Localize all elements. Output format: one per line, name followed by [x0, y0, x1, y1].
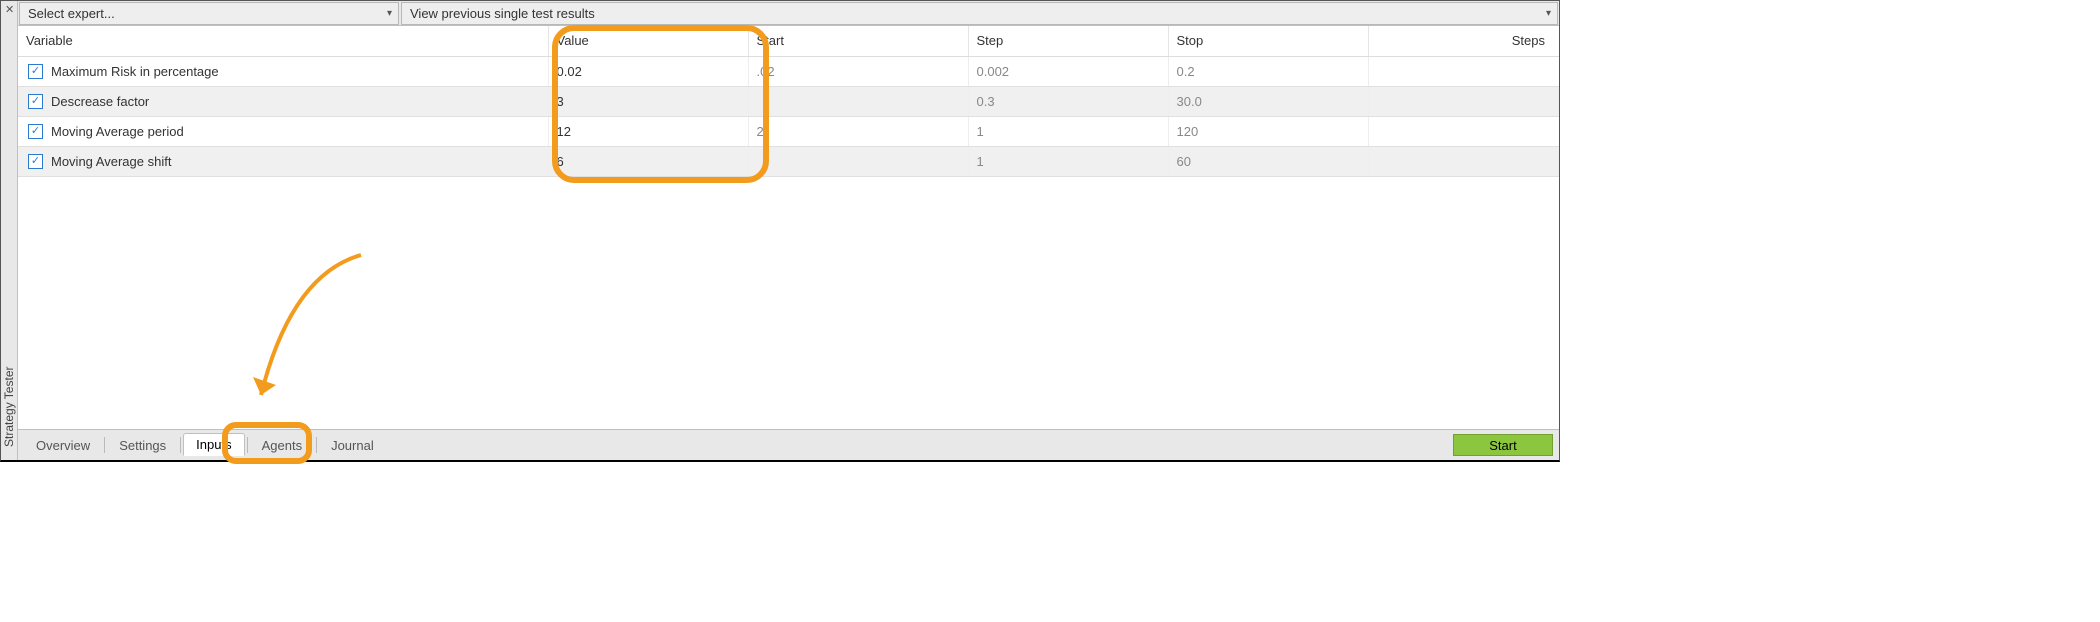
- panel-gutter: ✕ Strategy Tester: [1, 1, 18, 460]
- chevron-down-icon: ▾: [1546, 8, 1551, 19]
- results-dropdown-label: View previous single test results: [410, 6, 595, 21]
- checkbox-icon[interactable]: ✓: [28, 124, 43, 139]
- start-cell[interactable]: 2: [748, 116, 968, 146]
- steps-cell[interactable]: [1368, 146, 1559, 176]
- footer-bar: Overview Settings Inputs Agents Journal …: [18, 430, 1559, 460]
- start-cell[interactable]: [748, 146, 968, 176]
- inputs-table: Variable Value Start Step Stop Steps ✓ Ma…: [18, 26, 1559, 430]
- tab-separator: [180, 437, 181, 453]
- tab-inputs[interactable]: Inputs: [183, 433, 244, 456]
- table-row[interactable]: ✓ Moving Average period 1221120: [18, 116, 1559, 146]
- step-cell[interactable]: 1: [968, 146, 1168, 176]
- close-icon[interactable]: ✕: [5, 3, 14, 16]
- tab-separator: [104, 437, 105, 453]
- value-cell[interactable]: 0.02: [548, 56, 748, 86]
- col-start[interactable]: Start: [748, 26, 968, 56]
- col-variable[interactable]: Variable: [18, 26, 548, 56]
- start-cell[interactable]: .02: [748, 56, 968, 86]
- step-cell[interactable]: 1: [968, 116, 1168, 146]
- checkbox-icon[interactable]: ✓: [28, 64, 43, 79]
- stop-cell[interactable]: 30.0: [1168, 86, 1368, 116]
- results-dropdown[interactable]: View previous single test results ▾: [401, 2, 1558, 25]
- value-cell[interactable]: 3: [548, 86, 748, 116]
- table-row[interactable]: ✓ Descrease factor 3 0.330.0: [18, 86, 1559, 116]
- checkbox-icon[interactable]: ✓: [28, 154, 43, 169]
- toolbar: Select expert... ▾ View previous single …: [18, 1, 1559, 26]
- expert-dropdown-label: Select expert...: [28, 6, 115, 21]
- stop-cell[interactable]: 60: [1168, 146, 1368, 176]
- stop-cell[interactable]: 120: [1168, 116, 1368, 146]
- steps-cell[interactable]: [1368, 86, 1559, 116]
- variable-name: Descrease factor: [51, 94, 149, 109]
- panel-title: Strategy Tester: [2, 367, 16, 447]
- steps-cell[interactable]: [1368, 56, 1559, 86]
- variable-name: Moving Average period: [51, 124, 184, 139]
- step-cell[interactable]: 0.3: [968, 86, 1168, 116]
- variable-name: Maximum Risk in percentage: [51, 64, 219, 79]
- table-row[interactable]: ✓ Moving Average shift 6 160: [18, 146, 1559, 176]
- tabs: Overview Settings Inputs Agents Journal: [24, 434, 386, 457]
- stop-cell[interactable]: 0.2: [1168, 56, 1368, 86]
- col-steps[interactable]: Steps: [1368, 26, 1559, 56]
- table-row[interactable]: ✓ Maximum Risk in percentage 0.02.020.0020…: [18, 56, 1559, 86]
- tab-agents[interactable]: Agents: [250, 434, 314, 457]
- tab-overview[interactable]: Overview: [24, 434, 102, 457]
- value-cell[interactable]: 6: [548, 146, 748, 176]
- expert-dropdown[interactable]: Select expert... ▾: [19, 2, 399, 25]
- tab-separator: [247, 437, 248, 453]
- chevron-down-icon: ▾: [387, 8, 392, 19]
- col-stop[interactable]: Stop: [1168, 26, 1368, 56]
- tab-separator: [316, 437, 317, 453]
- tab-journal[interactable]: Journal: [319, 434, 386, 457]
- variable-name: Moving Average shift: [51, 154, 171, 169]
- tab-settings[interactable]: Settings: [107, 434, 178, 457]
- value-cell[interactable]: 12: [548, 116, 748, 146]
- start-cell[interactable]: [748, 86, 968, 116]
- col-value[interactable]: Value: [548, 26, 748, 56]
- steps-cell[interactable]: [1368, 116, 1559, 146]
- col-step[interactable]: Step: [968, 26, 1168, 56]
- start-button[interactable]: Start: [1453, 434, 1553, 456]
- step-cell[interactable]: 0.002: [968, 56, 1168, 86]
- checkbox-icon[interactable]: ✓: [28, 94, 43, 109]
